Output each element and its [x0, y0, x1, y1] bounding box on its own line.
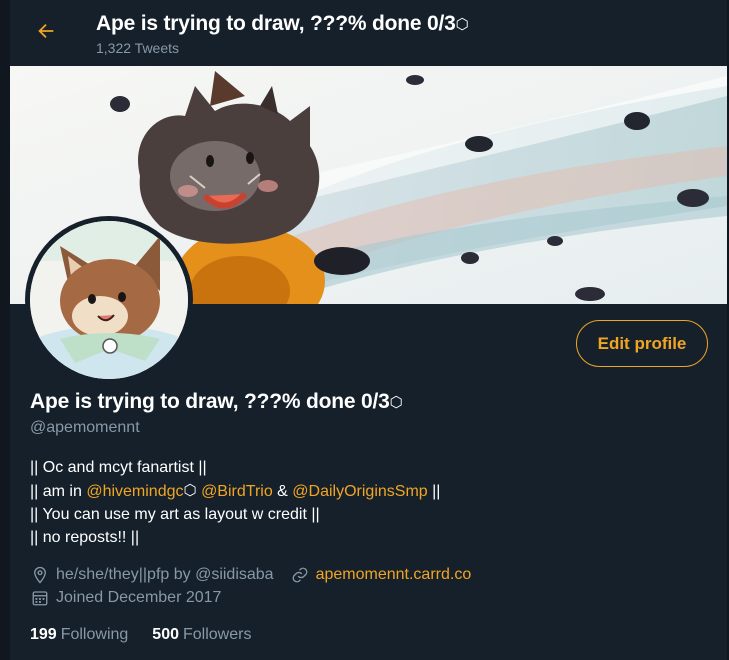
arrow-left-icon [38, 23, 54, 39]
following-count: 199 [30, 626, 57, 643]
followers-count: 500 [152, 626, 179, 643]
hexagon-emoji: ⬡ [183, 482, 197, 499]
link-icon [290, 565, 310, 585]
avatar-illustration [30, 221, 188, 379]
bio: || Oc and mcyt fanartist || || am in @hi… [30, 456, 440, 549]
website-link[interactable]: apemomennt.carrd.co [316, 566, 472, 584]
following-link[interactable]: 199 Following [30, 626, 128, 644]
follow-stats: 199 Following 500 Followers [30, 626, 251, 644]
avatar[interactable] [25, 216, 193, 384]
followers-label: Followers [183, 626, 252, 643]
profile-meta-row: he/she/they||pfp by @siidisaba apemomenn… [30, 565, 471, 585]
calendar-icon [30, 588, 50, 608]
display-name: Ape is trying to draw, ???% done 0/3⬡ [30, 390, 403, 413]
window-edge-left [0, 0, 10, 660]
bio-line-1: || Oc and mcyt fanartist || [30, 459, 207, 476]
bio-line-3: || You can use my art as layout w credit… [30, 506, 320, 523]
mention-dailyoriginssmp[interactable]: @DailyOriginsSmp [292, 483, 427, 500]
back-button[interactable] [32, 17, 60, 45]
bio-line-2: || am in @hivemindgc⬡ @BirdTrio & @Daily… [30, 482, 441, 500]
following-label: Following [60, 626, 129, 643]
joined-text: Joined December 2017 [56, 589, 222, 606]
profile-header: Ape is trying to draw, ???% done 0/3⬡ 1,… [10, 0, 727, 66]
hexagon-emoji: ⬡ [389, 394, 403, 411]
handle: @apemomennt [30, 419, 140, 436]
mention-birdtrio[interactable]: @BirdTrio [201, 483, 273, 500]
hexagon-emoji: ⬡ [455, 16, 469, 33]
mention-hivemindgc[interactable]: @hivemindgc [86, 483, 183, 500]
bio-line-4: || no reposts!! || [30, 529, 140, 546]
location-pin-icon [30, 565, 50, 585]
edit-profile-button[interactable]: Edit profile [576, 320, 708, 367]
header-title: Ape is trying to draw, ???% done 0/3⬡ [96, 12, 469, 35]
avatar-image [30, 221, 188, 379]
location-text: he/she/they||pfp by @siidisaba [56, 566, 274, 583]
followers-link[interactable]: 500 Followers [152, 626, 251, 644]
tweet-count: 1,322 Tweets [96, 40, 180, 56]
joined-row: Joined December 2017 [30, 588, 221, 608]
